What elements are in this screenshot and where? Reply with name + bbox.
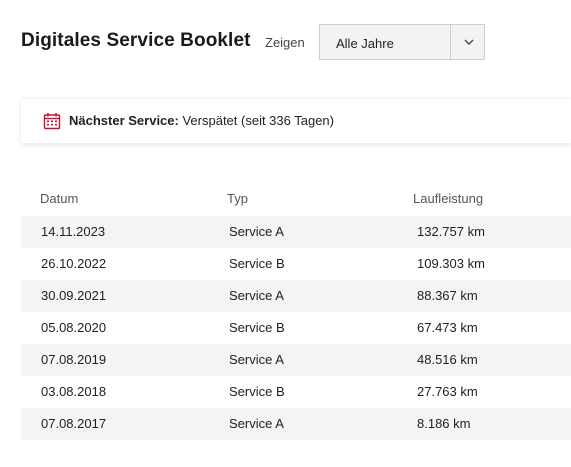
cell-type: Service A	[229, 288, 284, 303]
column-header-type: Typ	[227, 191, 248, 206]
cell-mileage: 8.186 km	[417, 416, 471, 431]
table-row: 05.08.2020 Service B 67.473 km	[21, 312, 571, 344]
cell-mileage: 132.757 km	[417, 224, 485, 239]
notice-label: Nächster Service:	[69, 113, 179, 128]
page-title: Digitales Service Booklet	[21, 30, 251, 51]
column-header-date: Datum	[40, 191, 79, 206]
calendar-icon	[43, 113, 61, 130]
cell-mileage: 109.303 km	[417, 256, 485, 271]
year-filter-value: Alle Jahre	[336, 36, 394, 51]
cell-type: Service A	[229, 224, 284, 239]
table-row: 26.10.2022 Service B 109.303 km	[21, 248, 571, 280]
table-row: 30.09.2021 Service A 88.367 km	[21, 280, 571, 312]
chevron-down-icon[interactable]	[463, 36, 475, 48]
cell-date: 07.08.2017	[41, 416, 107, 431]
year-filter-select[interactable]: Alle Jahre	[319, 24, 485, 60]
cell-type: Service A	[229, 352, 284, 367]
select-divider	[450, 25, 451, 59]
cell-type: Service A	[229, 416, 284, 431]
cell-date: 03.08.2018	[41, 384, 107, 399]
cell-date: 26.10.2022	[41, 256, 107, 271]
notice-text: Nächster Service: Verspätet (seit 336 Ta…	[69, 113, 334, 128]
column-header-mileage: Laufleistung	[413, 191, 484, 206]
service-table: Datum Typ Laufleistung 14.11.2023 Servic…	[21, 184, 571, 440]
cell-type: Service B	[229, 384, 285, 399]
cell-type: Service B	[229, 256, 285, 271]
next-service-notice: Nächster Service: Verspätet (seit 336 Ta…	[21, 98, 571, 143]
cell-mileage: 67.473 km	[417, 320, 478, 335]
cell-type: Service B	[229, 320, 285, 335]
table-row: 07.08.2019 Service A 48.516 km	[21, 344, 571, 376]
table-row: 07.08.2017 Service A 8.186 km	[21, 408, 571, 440]
cell-date: 30.09.2021	[41, 288, 107, 303]
cell-date: 07.08.2019	[41, 352, 107, 367]
table-row: 14.11.2023 Service A 132.757 km	[21, 216, 571, 248]
table-row: 03.08.2018 Service B 27.763 km	[21, 376, 571, 408]
filter-label: Zeigen	[265, 35, 305, 50]
cell-mileage: 27.763 km	[417, 384, 478, 399]
cell-mileage: 48.516 km	[417, 352, 478, 367]
cell-mileage: 88.367 km	[417, 288, 478, 303]
notice-status: Verspätet (seit 336 Tagen)	[182, 113, 334, 128]
table-header: Datum Typ Laufleistung	[21, 184, 571, 216]
cell-date: 14.11.2023	[41, 224, 106, 239]
cell-date: 05.08.2020	[41, 320, 107, 335]
